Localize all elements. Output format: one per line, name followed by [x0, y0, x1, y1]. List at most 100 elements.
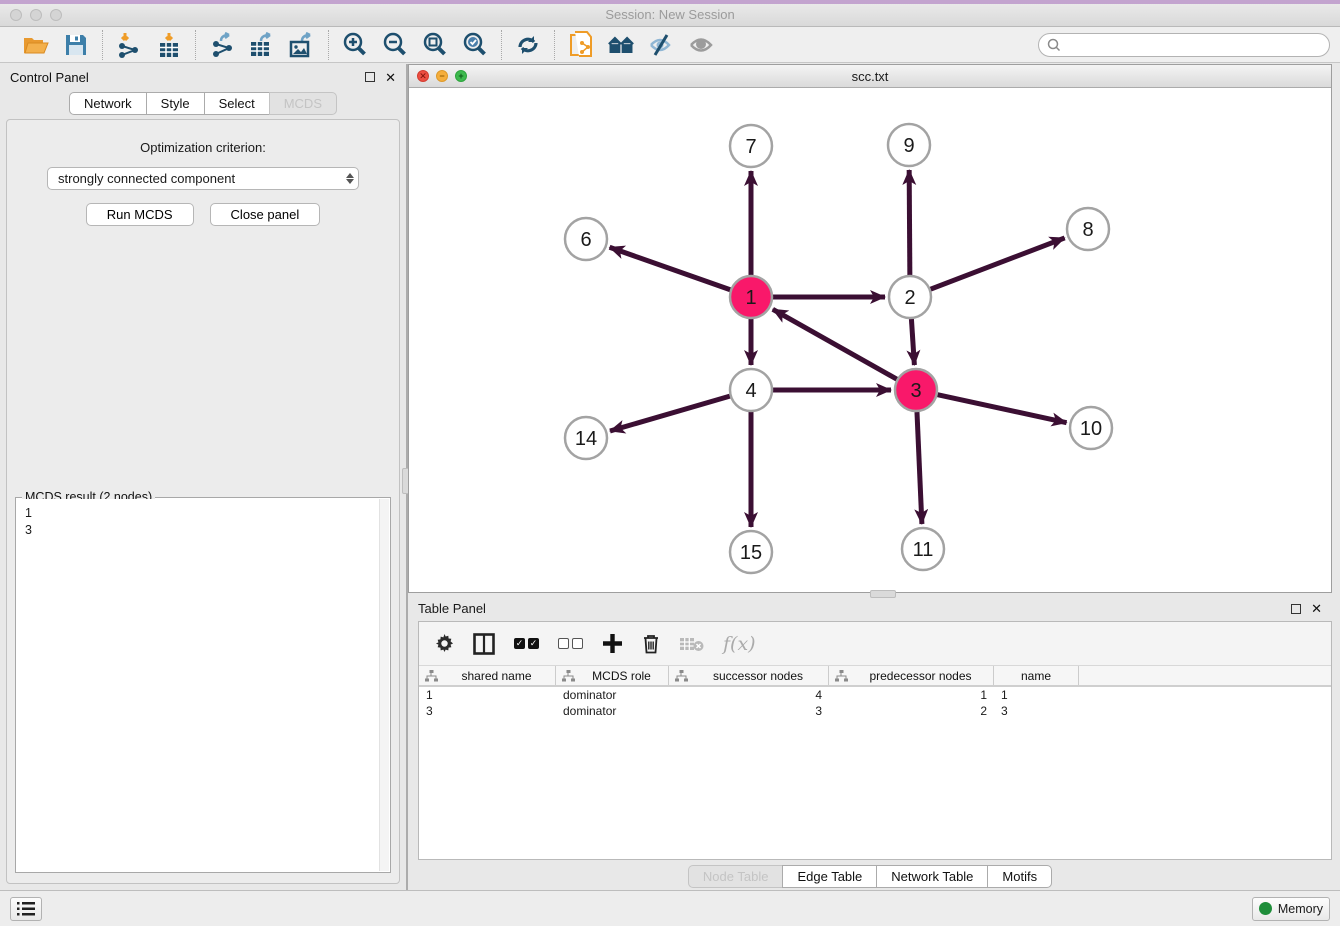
- network-window-titlebar[interactable]: ✕ − + scc.txt: [409, 65, 1331, 88]
- horizontal-splitter-handle[interactable]: [870, 590, 896, 598]
- delete-icon[interactable]: [642, 633, 660, 654]
- hide-selected-icon[interactable]: [648, 32, 674, 58]
- result-scrollbar[interactable]: [379, 499, 389, 871]
- search-input[interactable]: [1061, 38, 1321, 52]
- table-cell[interactable]: 3: [669, 703, 829, 719]
- graph-node-10[interactable]: 10: [1070, 407, 1112, 449]
- open-session-icon[interactable]: [23, 32, 49, 58]
- table-cell[interactable]: 1: [419, 687, 556, 703]
- tab-edge-table[interactable]: Edge Table: [782, 865, 876, 888]
- tab-network-table[interactable]: Network Table: [876, 865, 987, 888]
- table-row[interactable]: 3dominator323: [419, 703, 1331, 719]
- column-header-name[interactable]: name: [994, 666, 1079, 685]
- graph-node-3[interactable]: 3: [895, 369, 937, 411]
- graph-node-9[interactable]: 9: [888, 124, 930, 166]
- close-panel-button[interactable]: Close panel: [210, 203, 321, 226]
- save-session-icon[interactable]: [63, 32, 89, 58]
- search-input-wrap[interactable]: [1038, 33, 1330, 57]
- close-panel-icon[interactable]: ✕: [385, 71, 396, 84]
- float-panel-icon[interactable]: [365, 72, 375, 82]
- memory-status-icon: [1259, 902, 1272, 915]
- zoom-selected-icon[interactable]: [462, 32, 488, 58]
- table-cell[interactable]: dominator: [556, 703, 669, 719]
- function-builder-icon[interactable]: f(x): [723, 633, 756, 655]
- deselect-all-checkbox-icon[interactable]: [558, 638, 583, 649]
- column-type-icon: [835, 670, 848, 682]
- tab-network[interactable]: Network: [69, 92, 146, 115]
- column-header-successor-nodes[interactable]: successor nodes: [669, 666, 829, 685]
- new-network-icon[interactable]: [568, 32, 594, 58]
- column-type-icon: [562, 670, 575, 682]
- table-panel-title: Table Panel: [418, 601, 486, 616]
- table-cell[interactable]: 3: [994, 703, 1079, 719]
- control-panel: Control Panel ✕ NetworkStyleSelectMCDS O…: [0, 64, 406, 890]
- node-label: 7: [745, 136, 756, 158]
- tab-style[interactable]: Style: [146, 92, 204, 115]
- graph-edge-2-8[interactable]: [931, 238, 1065, 289]
- graph-node-7[interactable]: 7: [730, 125, 772, 167]
- float-table-panel-icon[interactable]: [1291, 604, 1301, 614]
- table-body[interactable]: 1dominator4113dominator323: [419, 687, 1331, 859]
- zoom-out-icon[interactable]: [382, 32, 408, 58]
- graph-node-2[interactable]: 2: [889, 276, 931, 318]
- criterion-select[interactable]: strongly connected component: [47, 167, 359, 190]
- import-table-icon[interactable]: [156, 32, 182, 58]
- table-cell[interactable]: 1: [994, 687, 1079, 703]
- graph-node-8[interactable]: 8: [1067, 208, 1109, 250]
- export-image-icon[interactable]: [289, 32, 315, 58]
- network-graph[interactable]: 7 9 6 8 1 2 4 3 14 10 15 11: [409, 88, 1329, 591]
- node-label: 1: [745, 287, 756, 309]
- tab-node-table[interactable]: Node Table: [688, 865, 783, 888]
- run-mcds-button[interactable]: Run MCDS: [86, 203, 194, 226]
- column-header-predecessor-nodes[interactable]: predecessor nodes: [829, 666, 994, 685]
- graph-edge-2-3[interactable]: [911, 319, 914, 365]
- tab-motifs[interactable]: Motifs: [987, 865, 1052, 888]
- status-bar: Memory: [0, 890, 1340, 926]
- table-cell[interactable]: 4: [669, 687, 829, 703]
- column-header-shared-name[interactable]: shared name: [419, 666, 556, 685]
- network-canvas[interactable]: 7 9 6 8 1 2 4 3 14 10 15 11: [409, 88, 1331, 592]
- select-all-checkbox-icon[interactable]: ✓✓: [514, 638, 539, 649]
- graph-edge-2-9[interactable]: [909, 170, 910, 275]
- gear-icon[interactable]: [435, 634, 454, 653]
- app-titlebar: Session: New Session: [0, 0, 1340, 27]
- table-cell[interactable]: 2: [829, 703, 994, 719]
- table-cell[interactable]: 3: [419, 703, 556, 719]
- home-icon[interactable]: [608, 32, 634, 58]
- graph-node-11[interactable]: 11: [902, 528, 944, 570]
- task-history-button[interactable]: [10, 897, 42, 921]
- apply-layout-icon[interactable]: [515, 32, 541, 58]
- graph-edge-4-14[interactable]: [610, 396, 730, 431]
- table-row[interactable]: 1dominator411: [419, 687, 1331, 703]
- column-layout-icon[interactable]: [473, 633, 495, 655]
- tab-select[interactable]: Select: [204, 92, 269, 115]
- graph-edge-3-10[interactable]: [937, 395, 1066, 423]
- graph-node-6[interactable]: 6: [565, 218, 607, 260]
- node-label: 4: [745, 380, 756, 402]
- graph-node-4[interactable]: 4: [730, 369, 772, 411]
- zoom-in-icon[interactable]: [342, 32, 368, 58]
- import-network-icon[interactable]: [116, 32, 142, 58]
- node-label: 14: [575, 428, 597, 450]
- node-label: 9: [903, 135, 914, 157]
- delete-table-icon[interactable]: [679, 636, 704, 652]
- export-network-icon[interactable]: [209, 32, 235, 58]
- tab-mcds[interactable]: MCDS: [269, 92, 337, 115]
- table-cell[interactable]: dominator: [556, 687, 669, 703]
- close-table-panel-icon[interactable]: ✕: [1311, 602, 1322, 615]
- table-header-row[interactable]: shared nameMCDS rolesuccessor nodesprede…: [419, 665, 1331, 687]
- memory-button[interactable]: Memory: [1252, 897, 1330, 921]
- zoom-fit-icon[interactable]: [422, 32, 448, 58]
- graph-edge-3-11[interactable]: [917, 412, 922, 524]
- graph-node-1[interactable]: 1: [730, 276, 772, 318]
- column-header-MCDS-role[interactable]: MCDS role: [556, 666, 669, 685]
- export-table-icon[interactable]: [249, 32, 275, 58]
- table-panel: Table Panel ✕ ✓✓: [408, 596, 1332, 890]
- graph-edge-3-1[interactable]: [773, 309, 897, 379]
- show-all-icon[interactable]: [688, 32, 714, 58]
- graph-node-15[interactable]: 15: [730, 531, 772, 573]
- graph-node-14[interactable]: 14: [565, 417, 607, 459]
- graph-edge-1-6[interactable]: [610, 247, 731, 289]
- add-column-icon[interactable]: [602, 633, 623, 654]
- table-cell[interactable]: 1: [829, 687, 994, 703]
